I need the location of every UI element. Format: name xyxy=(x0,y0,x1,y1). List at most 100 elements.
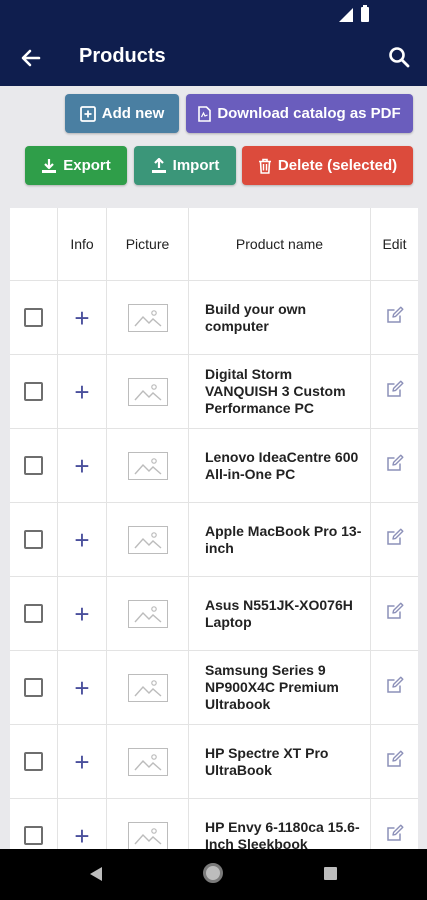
row-edit-cell xyxy=(371,725,418,798)
table-row: + Samsung Series 9 NP900X4C Premium Ultra… xyxy=(10,651,418,725)
edit-icon[interactable] xyxy=(386,676,404,699)
image-placeholder-icon xyxy=(127,821,168,850)
signal-icon xyxy=(339,7,353,22)
expand-plus-icon[interactable]: + xyxy=(74,749,89,775)
expand-plus-icon[interactable]: + xyxy=(74,601,89,627)
add-new-label: Add new xyxy=(101,105,165,122)
name-column-header: Product name xyxy=(189,208,371,280)
image-placeholder-icon xyxy=(127,377,168,406)
row-select-cell xyxy=(10,429,58,502)
delete-selected-button[interactable]: Delete (selected) xyxy=(242,146,413,185)
row-edit-cell xyxy=(371,577,418,650)
row-picture-cell xyxy=(107,281,189,354)
row-edit-cell xyxy=(371,503,418,576)
picture-column-header: Picture xyxy=(107,208,189,280)
nav-home-icon[interactable] xyxy=(203,863,223,883)
pdf-file-icon xyxy=(198,105,212,122)
delete-selected-label: Delete (selected) xyxy=(277,157,398,174)
table-row: + Asus N551JK-XO076H Laptop xyxy=(10,577,418,651)
nav-back-icon[interactable] xyxy=(90,867,102,881)
image-placeholder-icon xyxy=(127,525,168,554)
battery-icon xyxy=(361,5,369,22)
edit-icon[interactable] xyxy=(386,602,404,625)
import-button[interactable]: Import xyxy=(134,146,236,185)
expand-plus-icon[interactable]: + xyxy=(74,823,89,849)
row-checkbox[interactable] xyxy=(24,308,43,327)
page-title: Products xyxy=(79,45,166,67)
row-select-cell xyxy=(10,651,58,724)
download-catalog-label: Download catalog as PDF xyxy=(217,105,401,122)
product-name: Digital Storm VANQUISH 3 Custom Performa… xyxy=(189,355,371,428)
table-row: + Build your own computer xyxy=(10,281,418,355)
row-info-cell: + xyxy=(58,281,107,354)
expand-plus-icon[interactable]: + xyxy=(74,453,89,479)
row-info-cell: + xyxy=(58,577,107,650)
plus-square-icon xyxy=(79,105,96,122)
table-row: + HP Spectre XT Pro UltraBook xyxy=(10,725,418,799)
select-column-header xyxy=(10,208,58,280)
image-placeholder-icon xyxy=(127,747,168,776)
image-placeholder-icon xyxy=(127,451,168,480)
table-row: + Digital Storm VANQUISH 3 Custom Perform… xyxy=(10,355,418,429)
add-new-button[interactable]: Add new xyxy=(65,94,179,133)
row-select-cell xyxy=(10,725,58,798)
arrow-back-icon[interactable] xyxy=(18,45,44,71)
products-table: Info Picture Product name Edit + Build yo… xyxy=(10,208,418,900)
row-picture-cell xyxy=(107,725,189,798)
image-placeholder-icon xyxy=(127,303,168,332)
row-checkbox[interactable] xyxy=(24,752,43,771)
row-edit-cell xyxy=(371,429,418,502)
row-info-cell: + xyxy=(58,503,107,576)
export-button[interactable]: Export xyxy=(25,146,127,185)
expand-plus-icon[interactable]: + xyxy=(74,527,89,553)
edit-icon[interactable] xyxy=(386,380,404,403)
edit-icon[interactable] xyxy=(386,454,404,477)
download-catalog-button[interactable]: Download catalog as PDF xyxy=(186,94,413,133)
row-select-cell xyxy=(10,577,58,650)
navigation-bar xyxy=(0,849,427,900)
expand-plus-icon[interactable]: + xyxy=(74,675,89,701)
row-checkbox[interactable] xyxy=(24,530,43,549)
row-select-cell xyxy=(10,281,58,354)
expand-plus-icon[interactable]: + xyxy=(74,305,89,331)
product-name: Build your own computer xyxy=(189,281,371,354)
edit-icon[interactable] xyxy=(386,750,404,773)
row-select-cell xyxy=(10,503,58,576)
edit-icon[interactable] xyxy=(386,306,404,329)
row-edit-cell xyxy=(371,651,418,724)
row-info-cell: + xyxy=(58,651,107,724)
search-icon[interactable] xyxy=(385,43,413,71)
nav-recents-icon[interactable] xyxy=(324,867,337,880)
edit-column-header: Edit xyxy=(382,236,407,252)
row-picture-cell xyxy=(107,651,189,724)
expand-plus-icon[interactable]: + xyxy=(74,379,89,405)
table-row: + Apple MacBook Pro 13-inch xyxy=(10,503,418,577)
row-picture-cell xyxy=(107,503,189,576)
status-bar xyxy=(0,0,427,28)
row-info-cell: + xyxy=(58,725,107,798)
info-column-header: Info xyxy=(58,208,107,280)
product-name: Samsung Series 9 NP900X4C Premium Ultrab… xyxy=(189,651,371,724)
row-picture-cell xyxy=(107,577,189,650)
row-select-cell xyxy=(10,355,58,428)
row-edit-cell xyxy=(371,281,418,354)
product-name: Asus N551JK-XO076H Laptop xyxy=(189,577,371,650)
row-info-cell: + xyxy=(58,355,107,428)
upload-icon xyxy=(151,157,166,173)
trash-icon xyxy=(258,158,271,174)
row-checkbox[interactable] xyxy=(24,604,43,623)
row-info-cell: + xyxy=(58,429,107,502)
image-placeholder-icon xyxy=(127,599,168,628)
edit-icon[interactable] xyxy=(386,824,404,847)
download-icon xyxy=(42,158,57,173)
edit-icon[interactable] xyxy=(386,528,404,551)
table-header: Info Picture Product name Edit xyxy=(10,208,418,281)
export-label: Export xyxy=(63,157,111,174)
product-name: Lenovo IdeaCentre 600 All-in-One PC xyxy=(189,429,371,502)
row-edit-cell xyxy=(371,355,418,428)
row-checkbox[interactable] xyxy=(24,826,43,845)
row-checkbox[interactable] xyxy=(24,382,43,401)
row-checkbox[interactable] xyxy=(24,456,43,475)
row-picture-cell xyxy=(107,429,189,502)
row-checkbox[interactable] xyxy=(24,678,43,697)
